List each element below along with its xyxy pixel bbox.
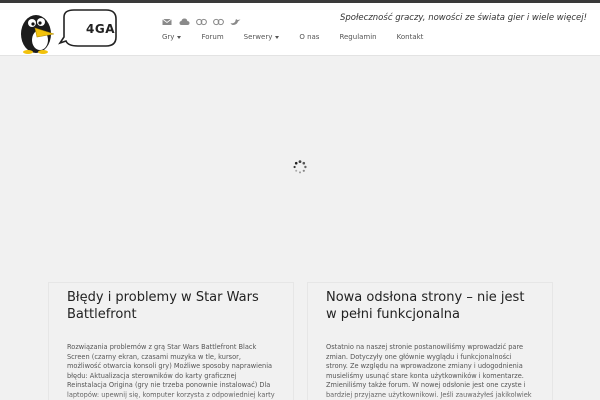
post-title[interactable]: Błędy i problemy w Star Wars Battlefront — [67, 289, 275, 323]
excerpt-fade — [308, 393, 552, 400]
flickr-icon[interactable] — [213, 12, 224, 26]
excerpt-fade — [49, 393, 293, 400]
mail-icon[interactable] — [162, 12, 173, 25]
nav-item-serwery[interactable]: Serwery — [244, 33, 280, 41]
nav-label: Regulamin — [339, 33, 377, 41]
nav-label: Kontakt — [396, 33, 424, 41]
main-nav: Gry Forum Serwery O nas Regulamin Kontak… — [162, 33, 443, 41]
nav-label: Gry — [162, 33, 175, 41]
post-title[interactable]: Nowa odsłona strony – nie jest w pełni f… — [326, 289, 534, 323]
nav-item-forum[interactable]: Forum — [201, 33, 223, 41]
post-card: Nowa odsłona strony – nie jest w pełni f… — [307, 282, 553, 400]
bird-icon[interactable] — [230, 12, 241, 25]
site-logo[interactable]: 4GA — [18, 7, 118, 55]
post-card: Błędy i problemy w Star Wars Battlefront… — [48, 282, 294, 400]
site-header: 4GA Społeczność graczy, nowości ze świat… — [0, 3, 600, 56]
nav-item-gry[interactable]: Gry — [162, 33, 182, 41]
site-tagline: Społeczność graczy, nowości ze świata gi… — [340, 13, 587, 23]
loading-spinner-icon — [293, 159, 307, 174]
logo-text: 4GA — [86, 22, 115, 36]
post-excerpt: Rozwiązania problemów z grą Star Wars Ba… — [67, 343, 275, 399]
flickr-icon[interactable] — [196, 12, 207, 26]
cloud-icon[interactable] — [179, 12, 190, 25]
nav-label: Forum — [201, 33, 224, 41]
caret-down-icon — [275, 35, 280, 39]
nav-item-kontakt[interactable]: Kontakt — [397, 33, 424, 41]
post-excerpt: Ostatnio na naszej stronie postanowiliśm… — [326, 343, 532, 399]
nav-label: O nas — [299, 33, 320, 41]
social-icons — [162, 12, 241, 26]
caret-down-icon — [177, 35, 182, 39]
nav-label: Serwery — [243, 33, 273, 41]
nav-item-regulamin[interactable]: Regulamin — [339, 33, 376, 41]
nav-item-o-nas[interactable]: O nas — [299, 33, 319, 41]
